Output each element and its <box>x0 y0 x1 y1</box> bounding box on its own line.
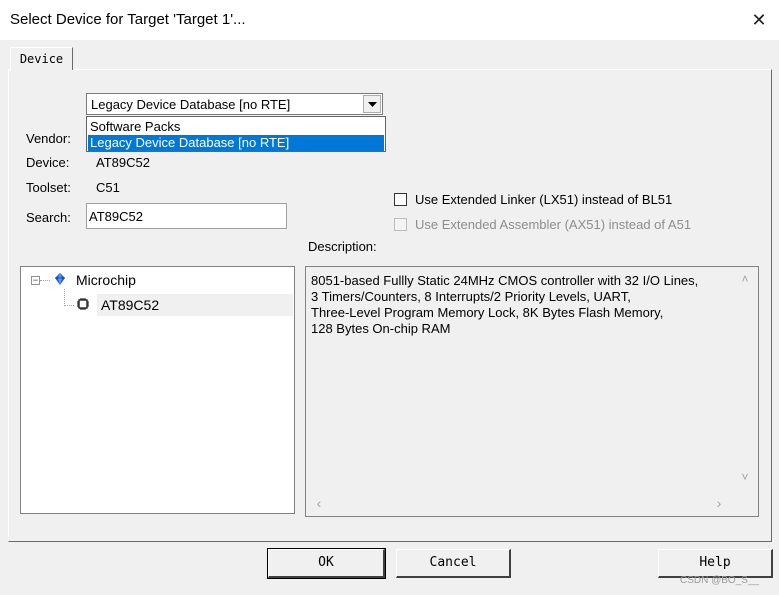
search-label: Search: <box>26 210 71 225</box>
description-box[interactable]: 8051-based Fullly Static 24MHz CMOS cont… <box>305 266 759 517</box>
dropdown-option-legacy-database[interactable]: Legacy Device Database [no RTE] <box>88 135 384 151</box>
tree-item-device-label: AT89C52 <box>101 297 160 313</box>
collapse-icon[interactable]: − <box>31 276 40 285</box>
tree-connector <box>40 280 50 281</box>
help-button[interactable]: Help <box>658 549 773 578</box>
tree-item-device[interactable]: AT89C52 <box>97 294 293 316</box>
description-line: Three-Level Program Memory Lock, 8K Byte… <box>311 305 664 320</box>
cancel-button[interactable]: Cancel <box>396 549 511 578</box>
chip-icon <box>76 297 90 311</box>
device-value: AT89C52 <box>96 155 150 170</box>
device-label: Device: <box>26 155 70 170</box>
dropdown-option-software-packs[interactable]: Software Packs <box>88 119 384 135</box>
gem-icon <box>53 272 67 286</box>
description-label: Description: <box>308 239 377 254</box>
close-icon[interactable]: ✕ <box>745 6 773 34</box>
toolset-label: Toolset: <box>26 180 71 195</box>
watermark: CSDN @BO_S__ <box>680 575 760 586</box>
horizontal-scrollbar[interactable]: ‹ › <box>307 492 733 514</box>
scroll-right-icon[interactable]: › <box>711 495 727 511</box>
database-dropdown-list: Software Packs Legacy Device Database [n… <box>86 116 386 152</box>
description-line: 8051-based Fullly Static 24MHz CMOS cont… <box>311 273 699 288</box>
search-input[interactable] <box>86 203 287 229</box>
vendor-label: Vendor: <box>26 131 71 146</box>
vertical-scrollbar[interactable]: ˄ ˅ <box>734 268 756 492</box>
tab-device[interactable]: Device <box>10 47 73 70</box>
tree-item-vendor[interactable]: Microchip <box>76 272 136 288</box>
extended-linker-checkbox[interactable] <box>394 193 407 206</box>
description-line: 3 Timers/Counters, 8 Interrupts/2 Priori… <box>311 289 631 304</box>
database-select[interactable]: Legacy Device Database [no RTE] <box>86 93 383 115</box>
toolset-value: C51 <box>96 180 120 195</box>
scroll-down-icon[interactable]: ˅ <box>734 470 756 486</box>
chevron-down-icon[interactable] <box>363 95 381 113</box>
extended-linker-label[interactable]: Use Extended Linker (LX51) instead of BL… <box>415 192 672 207</box>
extended-assembler-label: Use Extended Assembler (AX51) instead of… <box>415 217 692 232</box>
tree-connector <box>64 305 74 306</box>
title-bar: Select Device for Target 'Target 1'... ✕ <box>0 0 779 40</box>
extended-assembler-checkbox <box>394 218 407 231</box>
tree-connector <box>64 289 65 306</box>
ok-button[interactable]: OK <box>267 548 386 579</box>
description-line: 128 Bytes On-chip RAM <box>311 321 451 336</box>
scroll-left-icon[interactable]: ‹ <box>311 495 327 511</box>
device-tree[interactable]: − Microchip AT89C52 <box>20 266 295 514</box>
window-title: Select Device for Target 'Target 1'... <box>10 11 246 28</box>
database-select-value: Legacy Device Database [no RTE] <box>91 97 291 112</box>
scroll-up-icon[interactable]: ˄ <box>734 272 756 288</box>
